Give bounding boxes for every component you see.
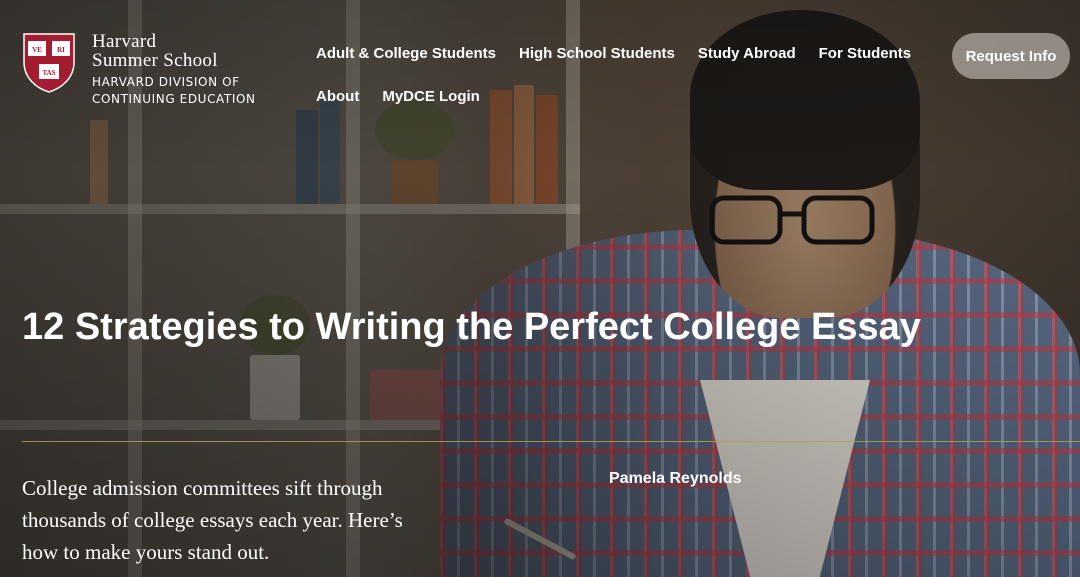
nav-adult-college-students[interactable]: Adult & College Students [316,45,496,62]
nav-for-students[interactable]: For Students [819,45,912,62]
svg-text:TAS: TAS [42,69,55,77]
brand-name-line2: Summer School [92,50,218,71]
nav-study-abroad[interactable]: Study Abroad [698,45,796,62]
nav-high-school-students[interactable]: High School Students [519,45,675,62]
division-name: HARVARD DIVISION OF CONTINUING EDUCATION [92,74,256,108]
divider [22,441,1080,442]
harvard-shield-icon: VE RI TAS [23,33,75,93]
brand-name-line1: Harvard [92,31,157,52]
request-info-button[interactable]: Request Info [952,33,1070,79]
svg-text:VE: VE [32,46,42,54]
logo-text: Harvard Summer School HARVARD DIVISION O… [92,32,256,108]
article-author[interactable]: Pamela Reynolds [609,470,742,488]
article-lede: College admission committees sift throug… [22,476,403,564]
nav-row-secondary: About MyDCE Login [316,75,926,118]
article-title: 12 Strategies to Writing the Perfect Col… [22,306,921,348]
division-line1: HARVARD DIVISION OF [92,75,240,89]
site-logo[interactable]: VE RI TAS Harvard Summer School HARVARD … [22,32,256,108]
nav-mydce-login[interactable]: MyDCE Login [382,88,480,105]
nav-about[interactable]: About [316,88,359,105]
nav-row-primary: Adult & College Students High School Stu… [316,32,926,75]
main-nav: Adult & College Students High School Stu… [316,32,926,118]
svg-text:RI: RI [57,46,65,54]
division-line2: CONTINUING EDUCATION [92,92,256,106]
